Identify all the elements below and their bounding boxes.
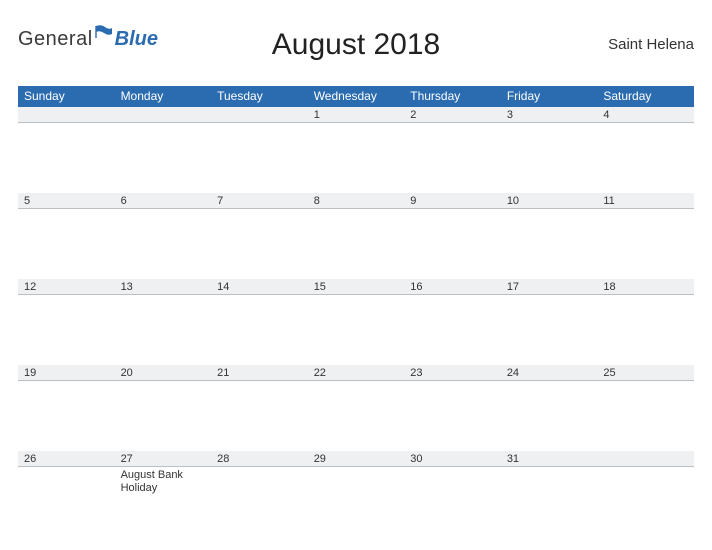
calendar-cell: 9 [404,193,501,279]
calendar-cell: 22 [308,365,405,451]
date-number: 24 [501,365,598,381]
date-number [211,107,308,123]
weekday-header: Wednesday [308,86,405,107]
date-number: 10 [501,193,598,209]
date-number: 13 [115,279,212,295]
date-number: 19 [18,365,115,381]
calendar-cell: 16 [404,279,501,365]
date-number: 14 [211,279,308,295]
region-label: Saint Helena [608,36,694,53]
calendar-cell: 30 [404,451,501,537]
calendar-header: General Blue August 2018 Saint Helena [18,20,694,78]
calendar-cell: 21 [211,365,308,451]
calendar-cell [597,451,694,537]
date-number: 9 [404,193,501,209]
weekday-header: Saturday [597,86,694,107]
date-number: 1 [308,107,405,123]
calendar-row: 1234 [18,107,694,193]
date-number: 6 [115,193,212,209]
weekday-header: Sunday [18,86,115,107]
date-number: 29 [308,451,405,467]
weekday-header: Monday [115,86,212,107]
calendar-cell: 2 [404,107,501,193]
date-number: 17 [501,279,598,295]
date-number: 7 [211,193,308,209]
date-number: 11 [597,193,694,209]
calendar-cell: 14 [211,279,308,365]
calendar-cell: 25 [597,365,694,451]
logo-text-general: General [18,28,93,51]
date-number [115,107,212,123]
calendar-cell: 27August Bank Holiday [115,451,212,537]
calendar-cell: 17 [501,279,598,365]
calendar-cell: 5 [18,193,115,279]
date-number: 22 [308,365,405,381]
calendar-cell [115,107,212,193]
calendar-cell: 31 [501,451,598,537]
calendar-cell: 1 [308,107,405,193]
brand-logo: General Blue [18,28,158,51]
calendar-row: 2627August Bank Holiday28293031 [18,451,694,537]
flag-icon [95,22,113,45]
weekday-header: Tuesday [211,86,308,107]
date-number: 16 [404,279,501,295]
calendar-title: August 2018 [272,28,440,62]
calendar-row: 12131415161718 [18,279,694,365]
date-number: 2 [404,107,501,123]
calendar-cell: 13 [115,279,212,365]
date-number: 18 [597,279,694,295]
calendar-row: 19202122232425 [18,365,694,451]
weekday-header: Friday [501,86,598,107]
date-number: 12 [18,279,115,295]
date-number: 3 [501,107,598,123]
date-number: 4 [597,107,694,123]
date-number [18,107,115,123]
calendar-cell: 23 [404,365,501,451]
calendar-cell: 19 [18,365,115,451]
date-number: 27 [115,451,212,467]
calendar-cell: 4 [597,107,694,193]
date-number: 25 [597,365,694,381]
logo-text-blue: Blue [115,28,158,51]
calendar-cell: 26 [18,451,115,537]
calendar-cell: 29 [308,451,405,537]
date-number: 26 [18,451,115,467]
date-number: 28 [211,451,308,467]
weekday-header-row: Sunday Monday Tuesday Wednesday Thursday… [18,86,694,107]
weekday-header: Thursday [404,86,501,107]
date-number: 23 [404,365,501,381]
date-number: 15 [308,279,405,295]
date-number: 30 [404,451,501,467]
calendar-cell: 15 [308,279,405,365]
calendar-cell: 11 [597,193,694,279]
calendar-cell: 6 [115,193,212,279]
calendar-cell: 12 [18,279,115,365]
calendar-cell: 8 [308,193,405,279]
calendar-cell: 24 [501,365,598,451]
calendar-cell [18,107,115,193]
calendar-cell: 7 [211,193,308,279]
calendar-cell: 20 [115,365,212,451]
holiday-event: August Bank Holiday [115,467,212,495]
calendar-cell [211,107,308,193]
calendar-row: 567891011 [18,193,694,279]
date-number [597,451,694,467]
calendar-cell: 10 [501,193,598,279]
calendar-cell: 28 [211,451,308,537]
date-number: 20 [115,365,212,381]
date-number: 5 [18,193,115,209]
date-number: 31 [501,451,598,467]
calendar-cell: 18 [597,279,694,365]
calendar-table: Sunday Monday Tuesday Wednesday Thursday… [18,86,694,537]
date-number: 8 [308,193,405,209]
date-number: 21 [211,365,308,381]
calendar-cell: 3 [501,107,598,193]
